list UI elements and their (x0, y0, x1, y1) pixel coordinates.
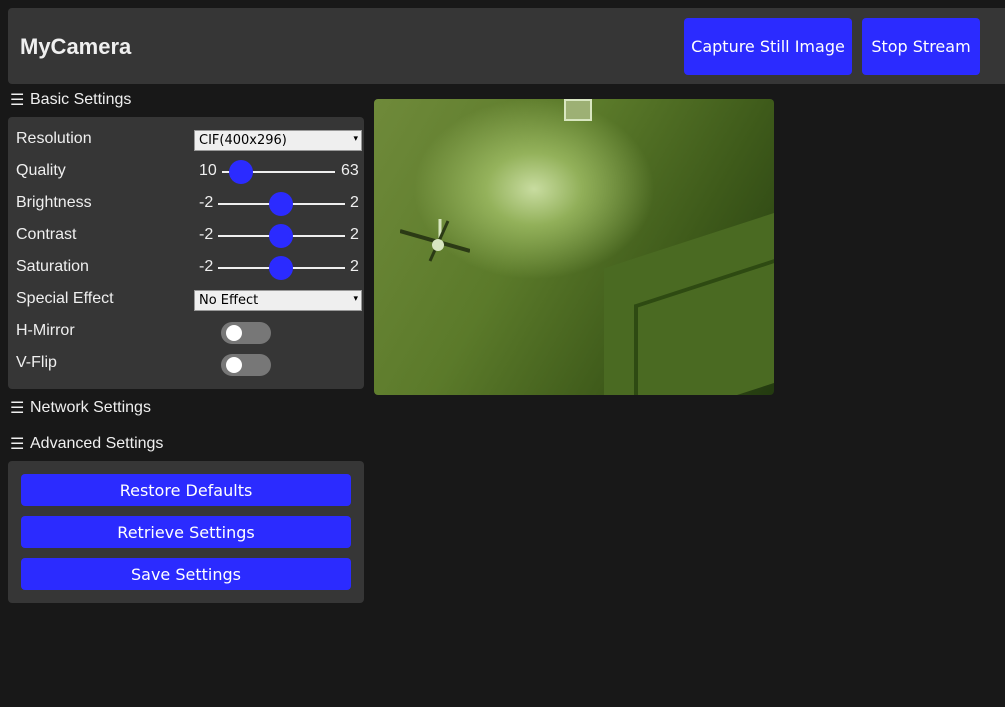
brightness-slider-thumb[interactable] (269, 192, 293, 216)
brightness-min: -2 (199, 194, 214, 211)
quality-slider-thumb[interactable] (229, 160, 253, 184)
vflip-toggle[interactable] (221, 354, 271, 376)
menu-icon: ☰ (10, 400, 25, 417)
resolution-select[interactable]: CIF(400x296) ▾ (194, 130, 362, 151)
special-effect-row: Special Effect No Effect ▾ (16, 288, 362, 312)
advanced-settings-panel: Restore Defaults Retrieve Settings Save … (8, 461, 364, 603)
basic-settings-panel: Resolution CIF(400x296) ▾ Quality 10 63 … (8, 117, 364, 389)
retrieve-settings-button[interactable]: Retrieve Settings (21, 516, 351, 548)
network-settings-header[interactable]: ☰ Network Settings (10, 398, 151, 418)
restore-defaults-button[interactable]: Restore Defaults (21, 474, 351, 506)
contrast-max: 2 (350, 226, 359, 243)
quality-max: 63 (341, 162, 359, 179)
contrast-row: Contrast -2 2 (16, 224, 359, 248)
capture-still-button[interactable]: Capture Still Image (684, 18, 852, 75)
resolution-value: CIF(400x296) (199, 133, 287, 148)
brightness-label: Brightness (16, 194, 92, 211)
ceiling-fan-shape (400, 219, 470, 262)
dropdown-arrow-icon: ▾ (353, 134, 358, 144)
special-effect-select[interactable]: No Effect ▾ (194, 290, 362, 311)
hmirror-row: H-Mirror (16, 320, 356, 344)
resolution-label: Resolution (16, 130, 92, 147)
vflip-label: V-Flip (16, 354, 57, 371)
contrast-min: -2 (199, 226, 214, 243)
hmirror-label: H-Mirror (16, 322, 75, 339)
top-bar: MyCamera Capture Still Image Stop Stream (8, 8, 1005, 84)
quality-row: Quality 10 63 (16, 160, 359, 184)
resolution-row: Resolution CIF(400x296) ▾ (16, 128, 362, 152)
quality-label: Quality (16, 162, 66, 179)
dropdown-arrow-icon: ▾ (353, 294, 358, 304)
brightness-row: Brightness -2 2 (16, 192, 359, 216)
saturation-min: -2 (199, 258, 214, 275)
basic-settings-header[interactable]: ☰ Basic Settings (10, 90, 131, 110)
menu-icon: ☰ (10, 436, 25, 453)
basic-settings-label: Basic Settings (30, 91, 132, 108)
saturation-label: Saturation (16, 258, 89, 275)
stop-stream-button[interactable]: Stop Stream (862, 18, 980, 75)
advanced-settings-header[interactable]: ☰ Advanced Settings (10, 434, 163, 454)
saturation-row: Saturation -2 2 (16, 256, 359, 280)
window-shape (564, 99, 592, 121)
toggle-knob (226, 325, 242, 341)
network-settings-label: Network Settings (30, 399, 151, 416)
vflip-row: V-Flip (16, 352, 356, 376)
contrast-label: Contrast (16, 226, 77, 243)
quality-min: 10 (199, 162, 217, 179)
contrast-slider-thumb[interactable] (269, 224, 293, 248)
advanced-settings-label: Advanced Settings (30, 435, 164, 452)
brightness-max: 2 (350, 194, 359, 211)
toggle-knob (226, 357, 242, 373)
special-effect-label: Special Effect (16, 290, 114, 307)
save-settings-button[interactable]: Save Settings (21, 558, 351, 590)
special-effect-value: No Effect (199, 293, 259, 308)
app-title: MyCamera (20, 34, 132, 59)
saturation-max: 2 (350, 258, 359, 275)
menu-icon: ☰ (10, 92, 25, 109)
camera-stream-image (374, 99, 774, 395)
saturation-slider-thumb[interactable] (269, 256, 293, 280)
hmirror-toggle[interactable] (221, 322, 271, 344)
